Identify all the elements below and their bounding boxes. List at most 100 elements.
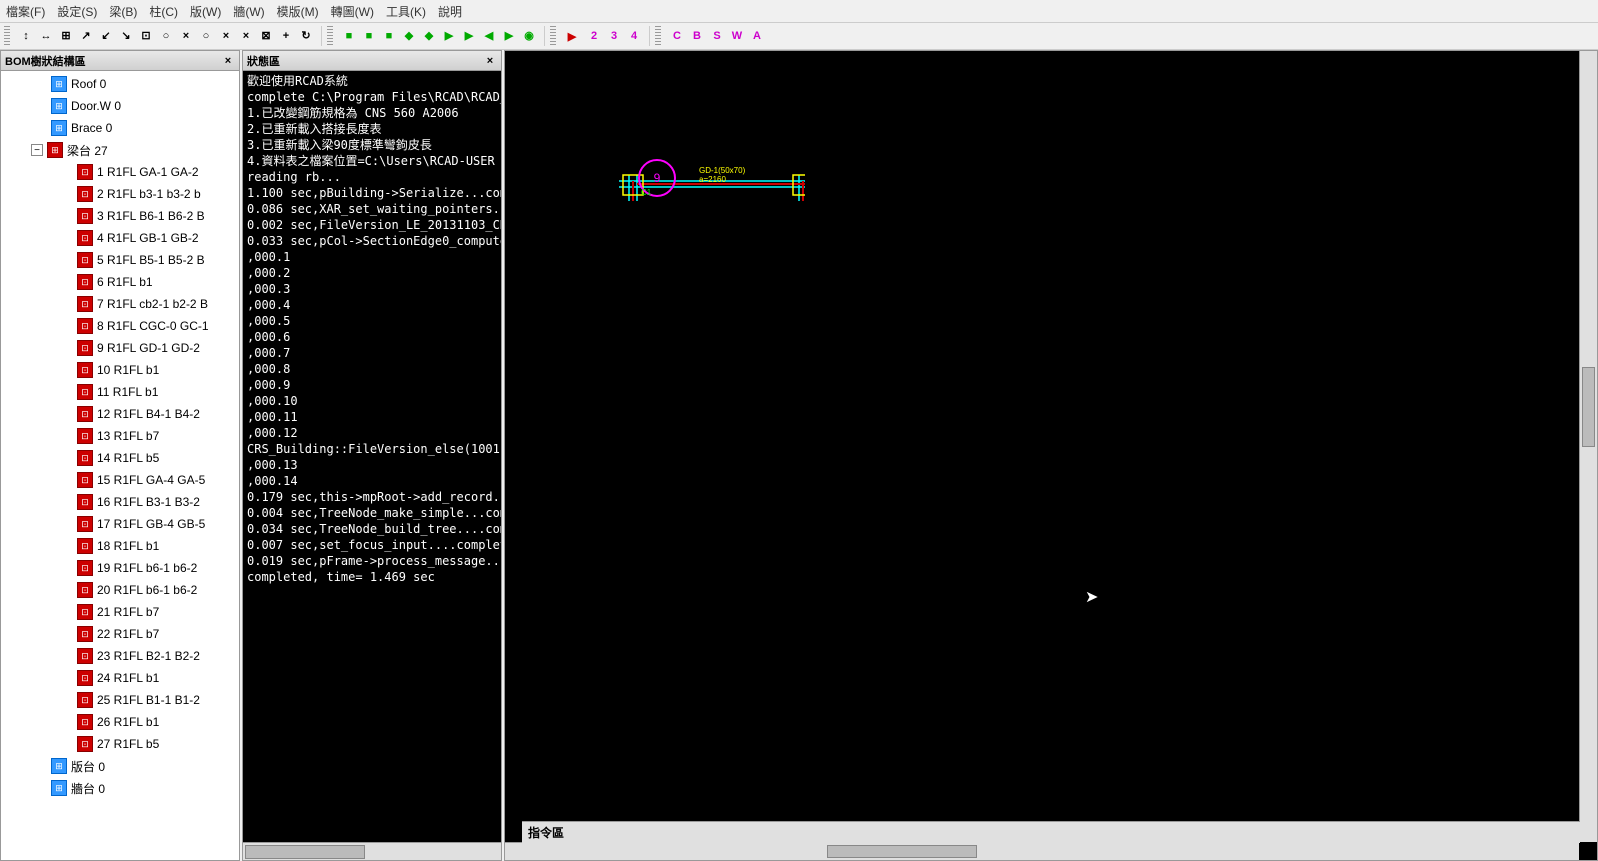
toolbar-button[interactable]: ↻ [296,26,316,46]
toolbar-button[interactable]: ↘ [116,26,136,46]
menu-item[interactable]: 工具(K) [386,3,426,20]
status-line: ,000.1 [247,249,497,265]
toolbar-button[interactable]: ⊠ [256,26,276,46]
tree-label[interactable]: 15 R1FL GA-4 GA-5 [97,473,205,487]
tree-label[interactable]: 14 R1FL b5 [97,451,159,465]
tree-label[interactable]: 18 R1FL b1 [97,539,159,553]
toolbar-button[interactable]: ⊞ [56,26,76,46]
tree-label[interactable]: 12 R1FL B4-1 B4-2 [97,407,200,421]
toolbar-button[interactable]: ▶ [459,26,479,46]
tree-label[interactable]: 24 R1FL b1 [97,671,159,685]
menu-item[interactable]: 轉圖(W) [331,3,374,20]
tree-label[interactable]: 13 R1FL b7 [97,429,159,443]
menu-item[interactable]: 模版(M) [277,3,319,20]
tree-label[interactable]: 7 R1FL cb2-1 b2-2 B [97,297,208,311]
tree-label[interactable]: 16 R1FL B3-1 B3-2 [97,495,200,509]
close-icon[interactable]: × [221,54,235,68]
tree-label[interactable]: 11 R1FL b1 [97,385,158,399]
toolbar-button[interactable]: 3 [604,26,624,46]
status-scrollbar-horizontal[interactable] [243,842,501,860]
tree-label[interactable]: 梁台 27 [67,142,108,159]
tree-label[interactable]: 版台 0 [71,758,105,775]
status-line: ,000.13 [247,457,497,473]
status-line: 0.019 sec,pFrame->process_message....co [247,553,497,569]
toolbar-button[interactable]: ↙ [96,26,116,46]
menu-item[interactable]: 設定(S) [57,3,97,20]
command-bar[interactable]: 指令區 [522,821,1580,843]
toolbar-button[interactable]: ○ [156,26,176,46]
tree-label[interactable]: 17 R1FL GB-4 GB-5 [97,517,205,531]
node-icon: ⊡ [77,516,93,532]
toolbar-button[interactable]: A [747,26,767,46]
toolbar-button[interactable]: C [667,26,687,46]
toolbar-button[interactable]: ↗ [76,26,96,46]
toolbar-button[interactable]: ▶ [439,26,459,46]
menu-item[interactable]: 柱(C) [149,3,178,20]
menu-item[interactable]: 檔案(F) [6,3,45,20]
toolbar-grip[interactable] [550,26,556,46]
status-line: ,000.5 [247,313,497,329]
menu-item[interactable]: 版(W) [190,3,221,20]
tree-label[interactable]: 23 R1FL B2-1 B2-2 [97,649,200,663]
bom-tree[interactable]: ⊞Roof 0⊞Door.W 0⊞Brace 0−⊞梁台 27⊡1 R1FL G… [1,71,239,860]
toolbar-button[interactable]: ◆ [419,26,439,46]
toolbar-button[interactable]: ■ [339,26,359,46]
close-icon[interactable]: × [483,54,497,68]
toolbar-button[interactable]: W [727,26,747,46]
canvas-scrollbar-vertical[interactable] [1579,51,1597,842]
tree-label[interactable]: 6 R1FL b1 [97,275,153,289]
tree-label[interactable]: 1 R1FL GA-1 GA-2 [97,165,199,179]
toolbar-button[interactable]: ▶ [499,26,519,46]
menu-item[interactable]: 說明 [438,3,462,20]
tree-label[interactable]: 8 R1FL CGC-0 GC-1 [97,319,209,333]
drawing-canvas[interactable]: GD-1(50x70)a=2160GD-2(50x70)a=2160GD-3(5… [505,51,805,201]
toolbar-button[interactable]: + [276,26,296,46]
toolbar-button[interactable]: S [707,26,727,46]
toolbar-button[interactable]: × [176,26,196,46]
tree-label[interactable]: 2 R1FL b3-1 b3-2 b [97,187,201,201]
tree-label[interactable]: 10 R1FL b1 [97,363,159,377]
status-line: 1.已改變鋼筋規格為 CNS 560 A2006 [247,105,497,121]
tree-label[interactable]: 22 R1FL b7 [97,627,159,641]
status-line: completed, time= 1.469 sec [247,569,497,585]
toolbar-grip[interactable] [327,26,333,46]
expand-icon[interactable]: − [31,144,43,156]
tree-label[interactable]: 3 R1FL B6-1 B6-2 B [97,209,205,223]
menu-item[interactable]: 梁(B) [109,3,137,20]
tree-label[interactable]: 9 R1FL GD-1 GD-2 [97,341,200,355]
toolbar-button[interactable]: 4 [624,26,644,46]
menu-item[interactable]: 牆(W) [233,3,264,20]
play-button[interactable]: ▶ [562,26,582,46]
toolbar-button[interactable]: × [236,26,256,46]
tree-label[interactable]: Door.W 0 [71,99,121,113]
toolbar-button[interactable]: ↕ [16,26,36,46]
toolbar-button[interactable]: B [687,26,707,46]
tree-label[interactable]: 25 R1FL B1-1 B1-2 [97,693,200,707]
tree-label[interactable]: 20 R1FL b6-1 b6-2 [97,583,197,597]
toolbar-button[interactable]: ⊡ [136,26,156,46]
tree-label[interactable]: Brace 0 [71,121,112,135]
toolbar-button[interactable]: ■ [379,26,399,46]
toolbar-button[interactable]: ○ [196,26,216,46]
tree-label[interactable]: 21 R1FL b7 [97,605,159,619]
node-icon: ⊡ [77,494,93,510]
toolbar-button[interactable]: ↔ [36,26,56,46]
tree-label[interactable]: 27 R1FL b5 [97,737,159,751]
toolbar-button[interactable]: × [216,26,236,46]
toolbar-button[interactable]: ■ [359,26,379,46]
toolbar-button[interactable]: ◆ [399,26,419,46]
tree-label[interactable]: 4 R1FL GB-1 GB-2 [97,231,199,245]
tree-label[interactable]: 牆台 0 [71,780,105,797]
toolbar-grip[interactable] [655,26,661,46]
tree-label[interactable]: 5 R1FL B5-1 B5-2 B [97,253,205,267]
toolbar-button[interactable]: ◀ [479,26,499,46]
toolbar-row: ↕↔⊞↗↙↘⊡○×○××⊠+↻ ■■■◆◆▶▶◀▶◉ ▶ 234 CBSWA [0,22,1598,50]
toolbar-button[interactable]: 2 [584,26,604,46]
tree-label[interactable]: Roof 0 [71,77,106,91]
status-line: 0.007 sec,set_focus_input....completed [247,537,497,553]
tree-label[interactable]: 19 R1FL b6-1 b6-2 [97,561,197,575]
toolbar-grip[interactable] [4,26,10,46]
toolbar-button[interactable]: ◉ [519,26,539,46]
tree-label[interactable]: 26 R1FL b1 [97,715,159,729]
canvas-scrollbar-horizontal[interactable] [505,842,1579,860]
